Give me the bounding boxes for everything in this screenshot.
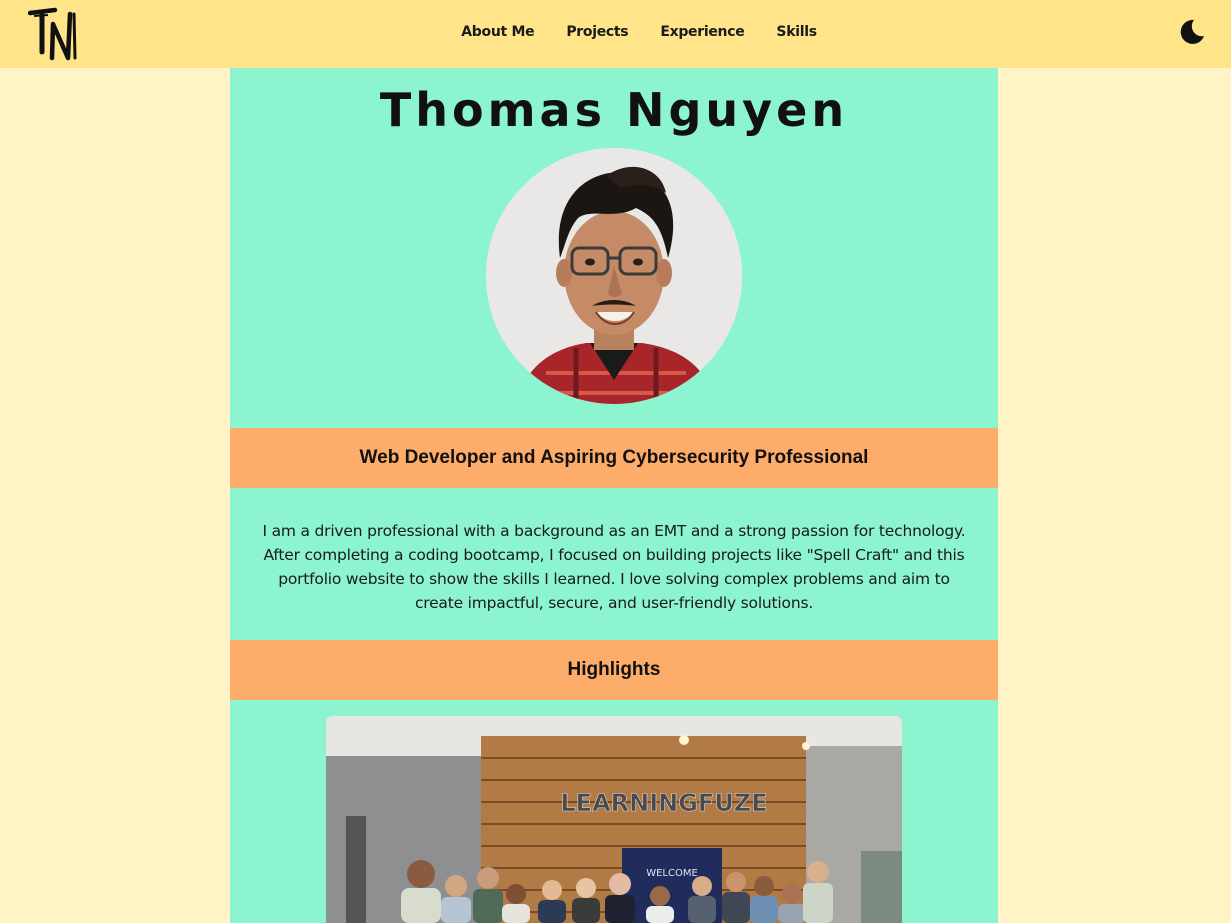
highlight-photo: LEARNINGFUZE WELCOME (326, 716, 902, 923)
avatar (486, 148, 742, 404)
highlights-band: Highlights (230, 640, 998, 700)
tagline-heading: Web Developer and Aspiring Cybersecurity… (359, 447, 869, 468)
moon-icon[interactable] (1177, 17, 1207, 47)
nav-link-experience[interactable]: Experience (660, 24, 744, 40)
welcome-screen-text: WELCOME (646, 868, 698, 879)
nav-link-skills[interactable]: Skills (776, 24, 817, 40)
main-content: Thomas Nguyen Web Developer and Aspiring… (230, 68, 998, 923)
main-nav: About Me Projects Experience Skills (0, 0, 1231, 64)
about-paragraph: I am a driven professional with a backgr… (262, 522, 966, 612)
nav-link-about-me[interactable]: About Me (461, 24, 534, 40)
group-photo: LEARNINGFUZE WELCOME (326, 716, 902, 923)
nav-link-projects[interactable]: Projects (566, 24, 628, 40)
highlights-heading: Highlights (567, 659, 661, 680)
profile-photo (486, 148, 742, 404)
learningfuze-sign: LEARNINGFUZE (560, 789, 767, 817)
page-title: Thomas Nguyen (379, 83, 849, 137)
navbar: About Me Projects Experience Skills (0, 0, 1231, 68)
tagline-band: Web Developer and Aspiring Cybersecurity… (230, 428, 998, 488)
